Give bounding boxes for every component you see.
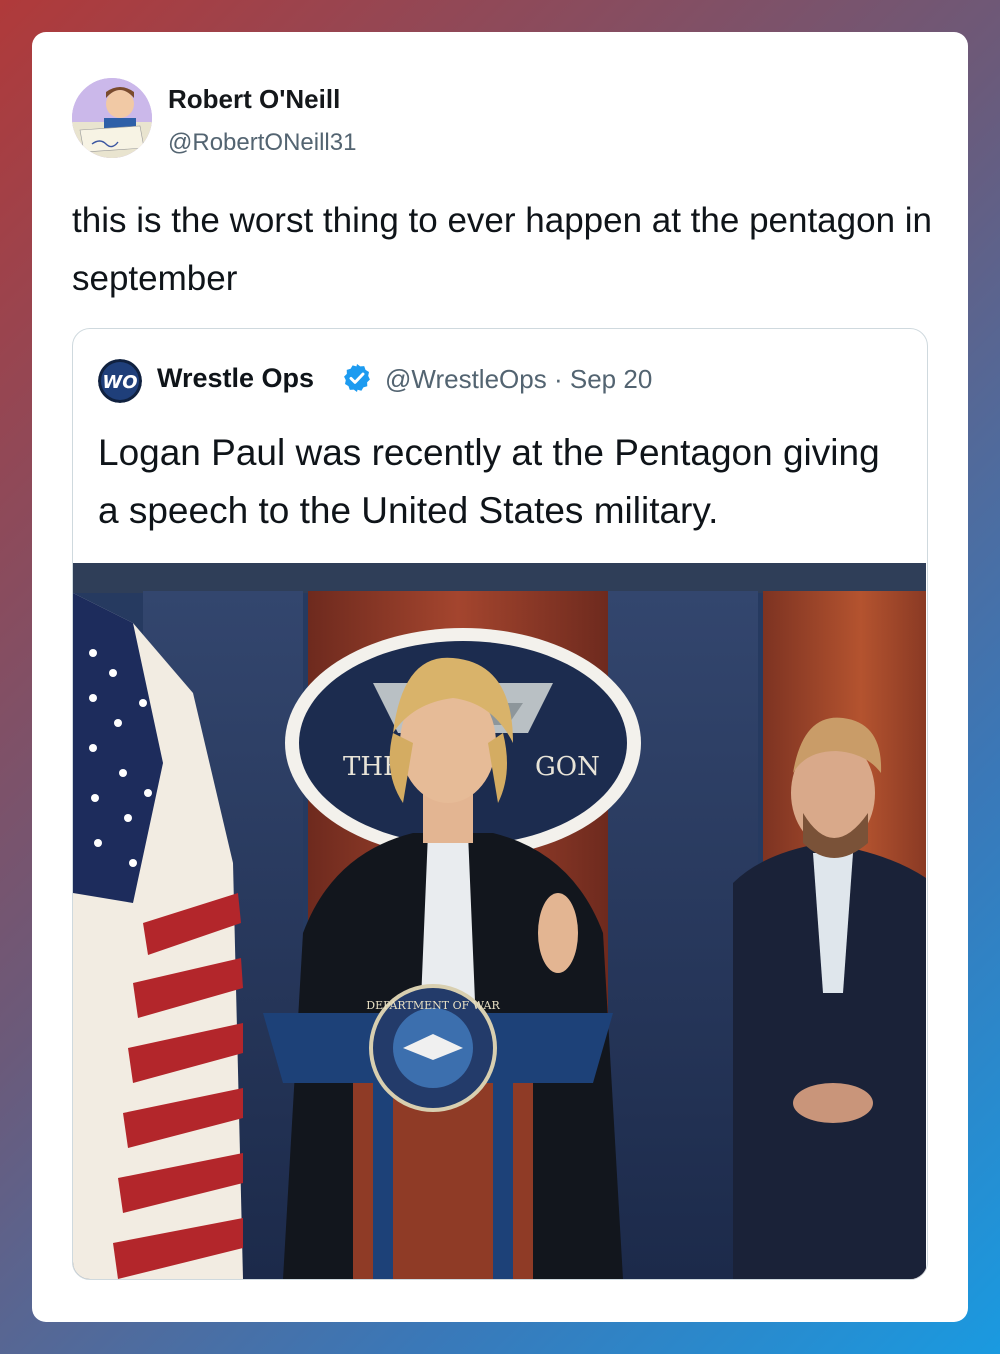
tweet-card: Robert O'Neill @RobertONeill31 this is t… [32,32,968,1322]
wo-logo-text: WO [102,372,137,393]
author-name[interactable]: Robert O'Neill [168,84,340,115]
quoted-date[interactable]: Sep 20 [570,364,652,394]
quoted-author-handle[interactable]: @WrestleOps [385,364,547,394]
quoted-handle-line: @WrestleOps · Sep 20 [385,364,652,395]
podium-seal-text: DEPARTMENT OF WAR [366,999,500,1012]
tweet-text: this is the worst thing to ever happen a… [72,201,933,298]
quoted-author-avatar[interactable]: WO [98,359,142,403]
author-avatar[interactable] [72,78,152,158]
meta-separator: · [553,364,563,394]
verified-badge-icon [344,364,370,392]
quoted-tweet-text: Logan Paul was recently at the Pentagon … [98,432,880,531]
quoted-tweet[interactable]: WO Wrestle Ops @WrestleOps · Sep 20 Loga… [72,328,928,1280]
tweet-photo[interactable]: THE GON DEPARTMENT OF WAR [73,563,926,1279]
author-handle[interactable]: @RobertONeill31 [168,129,356,157]
quoted-author-name[interactable]: Wrestle Ops [157,363,314,394]
seal-text-right: GON [535,752,600,782]
